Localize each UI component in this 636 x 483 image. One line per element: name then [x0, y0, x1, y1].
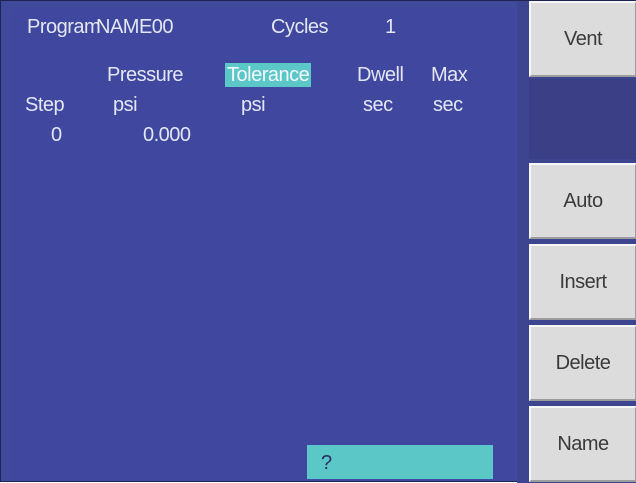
instrument-screen: Program NAME00 Cycles 1 Pressure Toleran… — [0, 0, 636, 483]
column-header-pressure: Pressure — [107, 64, 184, 86]
column-header-dwell: Dwell — [357, 64, 404, 86]
row-0-step[interactable]: 0 — [51, 123, 62, 147]
column-header-max: Max — [431, 64, 468, 86]
program-label: Program — [27, 16, 101, 38]
delete-button[interactable]: Delete — [529, 325, 636, 401]
prompt-text: ? — [321, 452, 333, 474]
name-button[interactable]: Name — [529, 406, 636, 482]
vent-button[interactable]: Vent — [529, 1, 636, 77]
pressure-unit: psi — [113, 94, 138, 116]
entry-prompt-bar[interactable]: ? — [307, 445, 493, 479]
row-0-pressure[interactable]: 0.000 — [143, 123, 191, 147]
tolerance-unit: psi — [241, 94, 266, 116]
max-unit: sec — [433, 94, 463, 116]
program-table-area: Program NAME00 Cycles 1 Pressure Toleran… — [11, 9, 515, 481]
dwell-unit: sec — [363, 94, 393, 116]
cycles-label: Cycles — [271, 16, 329, 38]
insert-button[interactable]: Insert — [529, 244, 636, 320]
column-header-tolerance[interactable]: Tolerance — [225, 63, 312, 87]
softkey-panel: Vent Auto Insert Delete Name — [517, 1, 636, 483]
blank-softkey — [529, 79, 636, 159]
program-name[interactable]: NAME00 — [96, 15, 174, 39]
cycles-value[interactable]: 1 — [385, 15, 396, 39]
column-header-step: Step — [25, 94, 65, 116]
auto-button[interactable]: Auto — [529, 163, 636, 239]
